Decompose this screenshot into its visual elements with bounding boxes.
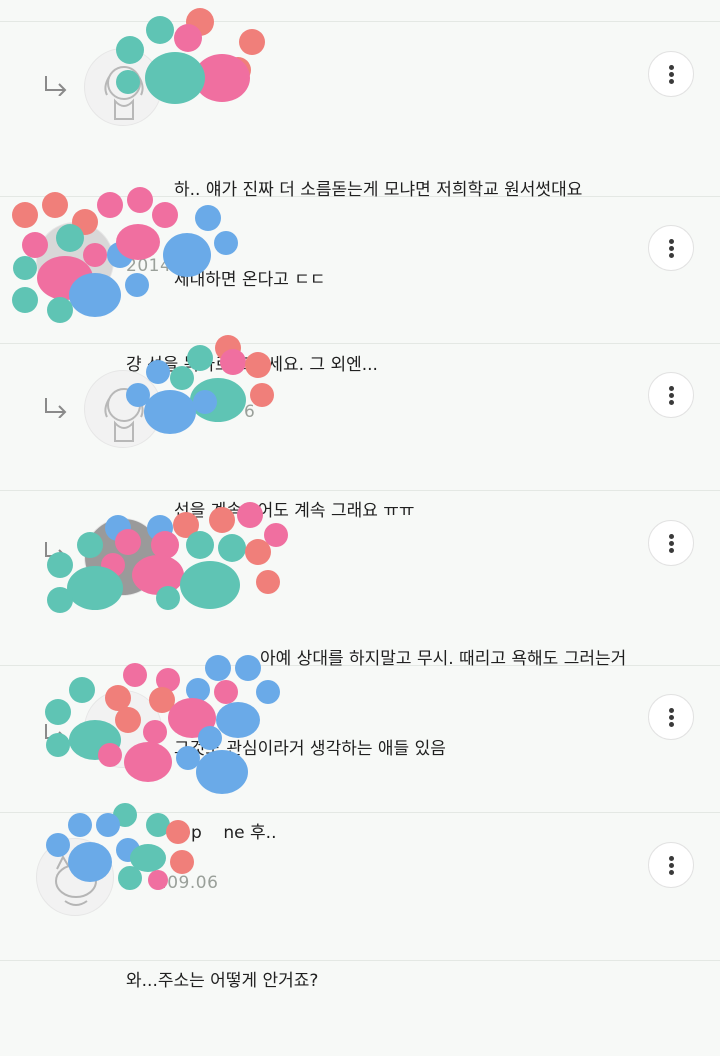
more-options-button[interactable] — [648, 372, 694, 418]
comment-text-line: 와...주소는 어떻게 안거죠? — [126, 971, 319, 991]
avatar[interactable] — [84, 48, 162, 126]
comment-text-line: 아예 상대를 하지말고 무시. 때리고 욕해도 그러는거 — [260, 649, 627, 669]
comment-text-line: 선을 계속그어도 계속 그래요 ㅠㅠ — [174, 501, 415, 521]
comment-text-line: 걍 선을 똑바로 그으세요. 그 외엔... — [126, 355, 378, 375]
reply-arrow-icon — [45, 724, 67, 744]
avatar[interactable] — [84, 370, 162, 448]
comment-meta: 1.09.06 — [150, 873, 219, 893]
more-options-button[interactable] — [648, 51, 694, 97]
dog-avatar-icon — [104, 388, 144, 442]
avatar[interactable] — [36, 838, 114, 916]
cat-avatar-icon — [55, 854, 97, 906]
comment-text-line: 하.. 얘가 진짜 더 소름돋는게 모냐면 저희학교 원서썻대요 — [174, 180, 583, 200]
comment-meta: 6 — [244, 402, 256, 422]
reply-arrow-icon — [45, 76, 67, 96]
dog-avatar-icon — [104, 66, 144, 120]
avatar[interactable] — [84, 690, 162, 768]
more-options-button[interactable] — [648, 694, 694, 740]
more-options-button[interactable] — [648, 225, 694, 271]
comment-text: 선을 계속그어도 계속 그래요 ㅠㅠ — [174, 436, 415, 586]
comment-text-line: @p ne 후.. — [174, 823, 277, 843]
more-options-button[interactable] — [648, 520, 694, 566]
comment-meta: 2014 — [126, 256, 172, 276]
avatar[interactable] — [84, 518, 162, 596]
reply-arrow-icon — [45, 398, 67, 418]
more-options-button[interactable] — [648, 842, 694, 888]
avatar[interactable] — [36, 222, 114, 300]
divider — [0, 960, 720, 961]
comment-meta: 20 6 — [174, 80, 214, 100]
comment-text: 와...주소는 어떻게 안거죠? — [126, 906, 318, 1056]
divider — [0, 21, 720, 22]
reply-arrow-icon — [45, 542, 67, 562]
